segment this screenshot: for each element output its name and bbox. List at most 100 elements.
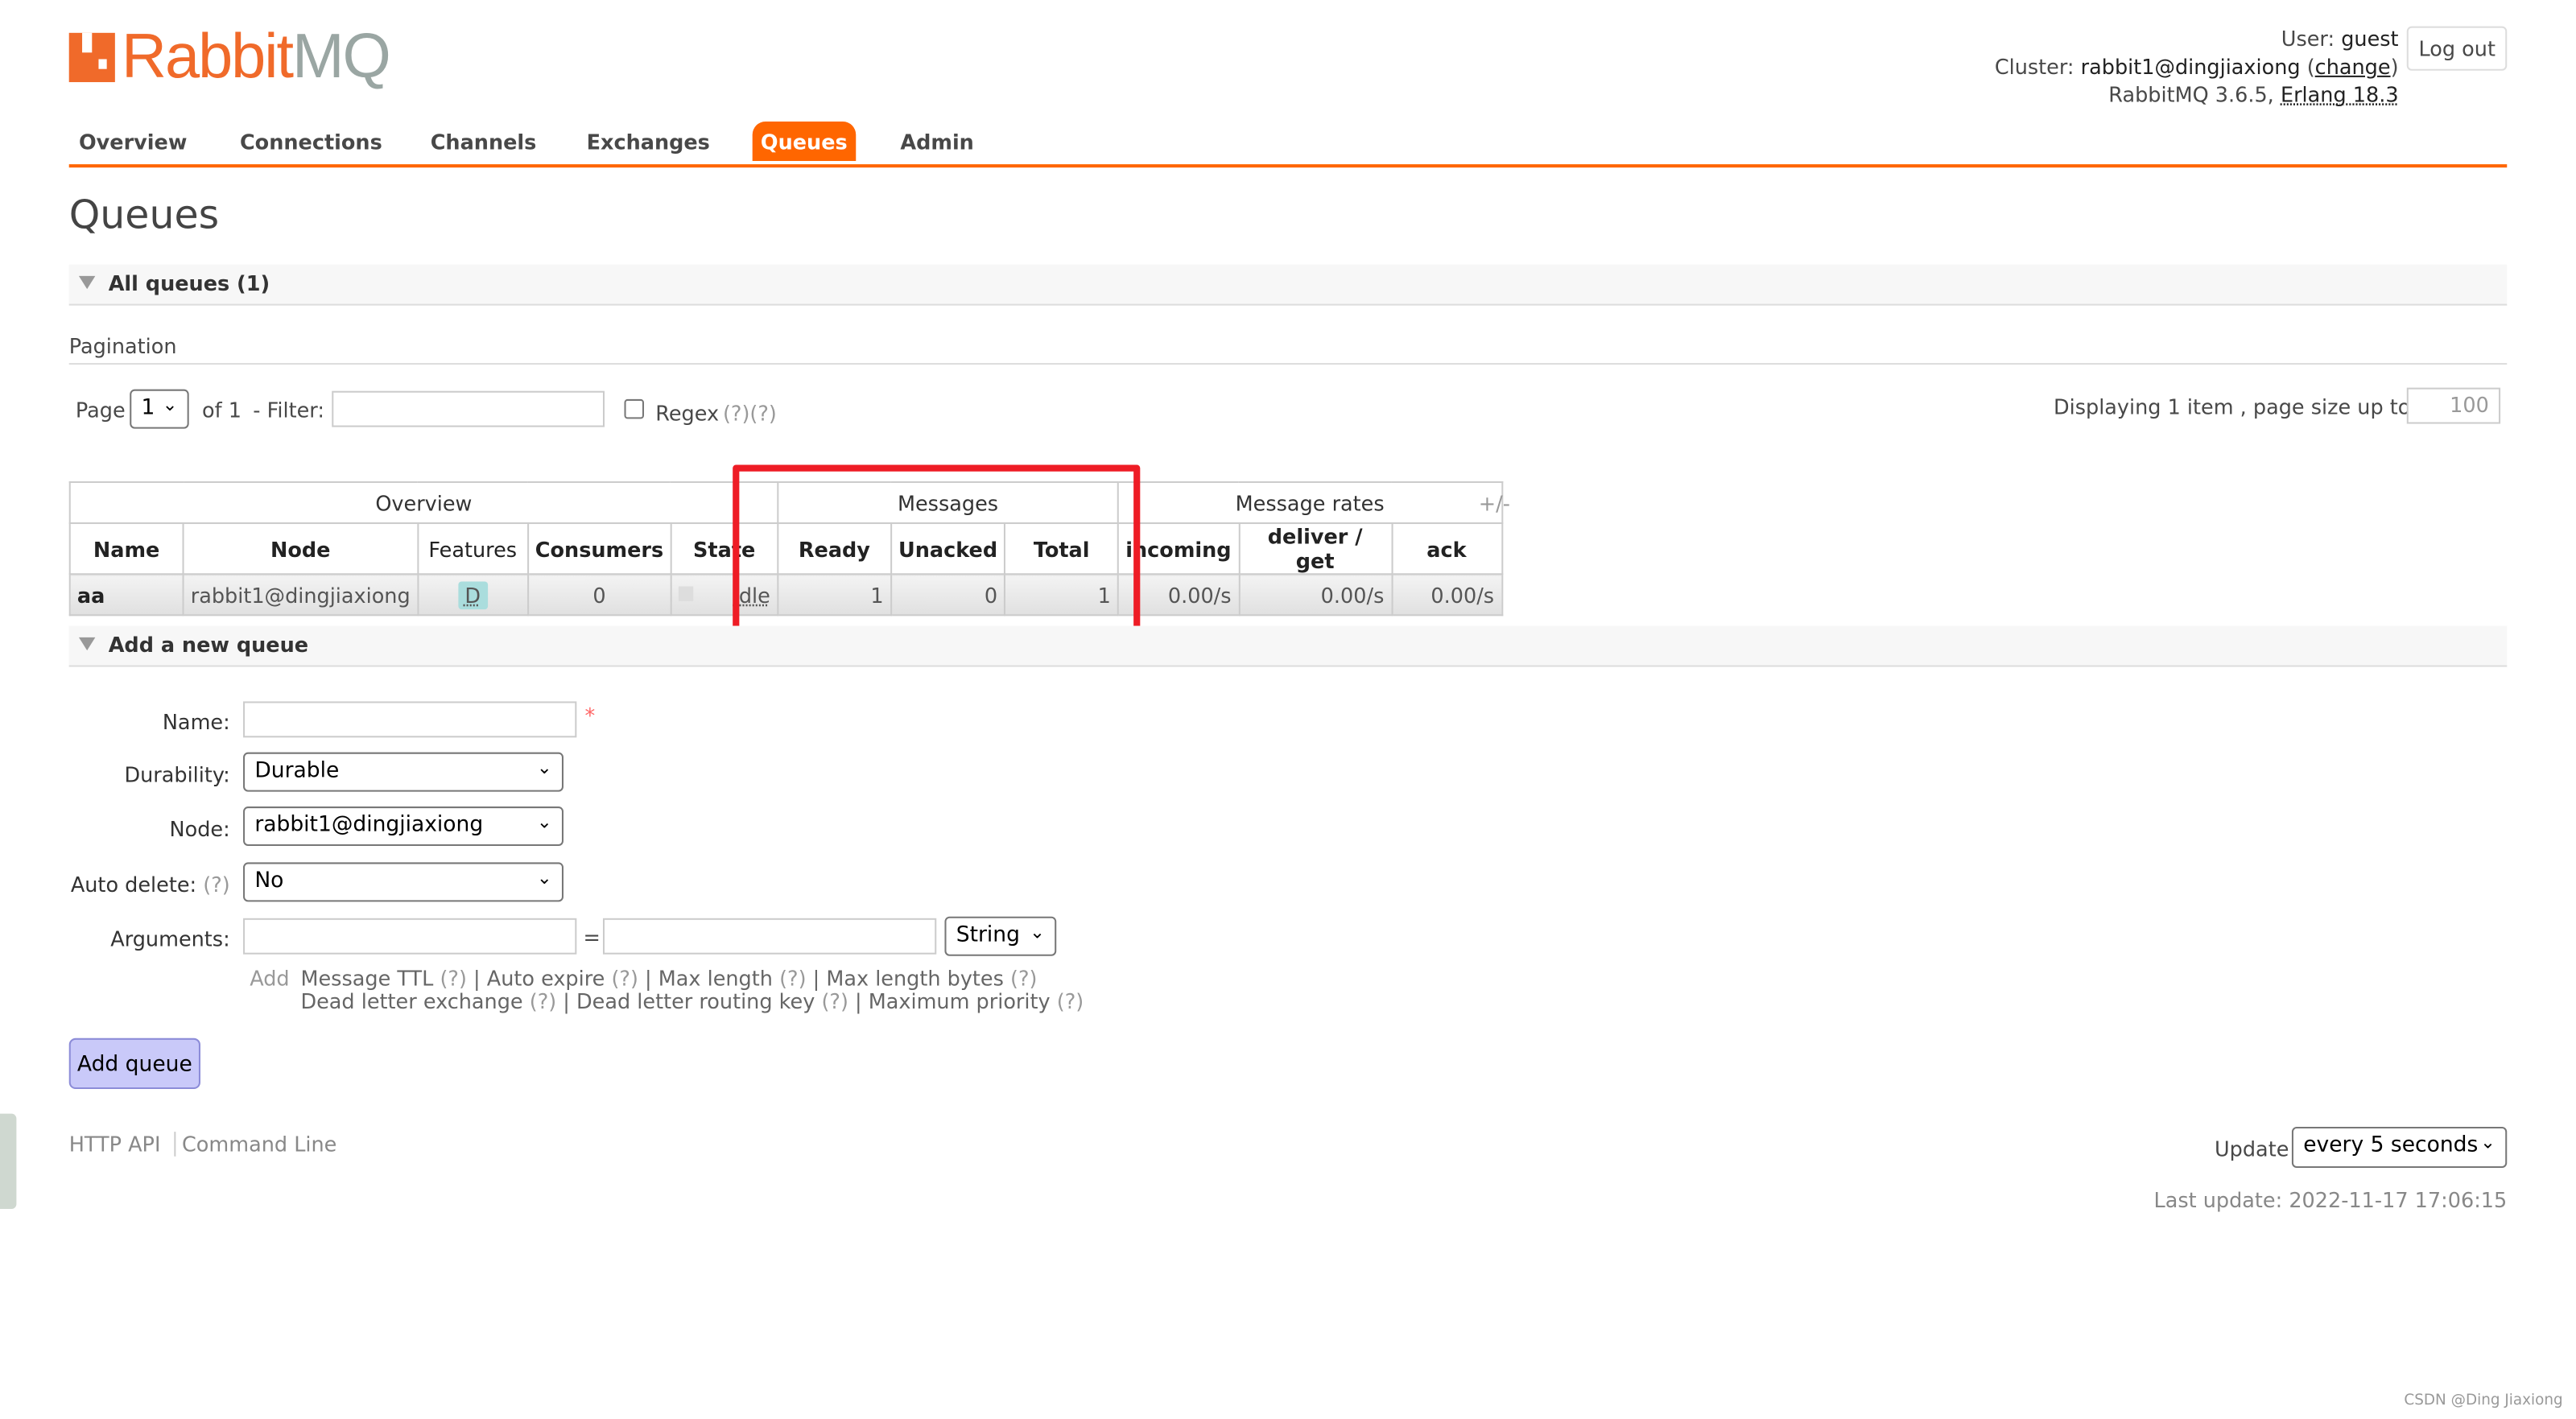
- page-value: 1: [141, 395, 155, 421]
- cluster-name: rabbit1@dingjiaxiong: [2080, 54, 2301, 79]
- user-label: User:: [2281, 26, 2335, 52]
- argument-key-input[interactable]: [243, 918, 577, 955]
- queue-node: rabbit1@dingjiaxiong: [182, 573, 419, 617]
- add-queue-heading: Add a new queue: [108, 632, 309, 658]
- rabbit-logo-icon: [68, 32, 115, 83]
- arguments-label: Arguments:: [110, 926, 230, 951]
- help-link[interactable]: (?): [1057, 989, 1084, 1014]
- filter-label: - Filter:: [253, 397, 324, 423]
- tab-exchanges[interactable]: Exchanges: [587, 130, 710, 155]
- update-interval-select[interactable]: every 5 seconds ⌄: [2291, 1126, 2508, 1169]
- help-link[interactable]: (?): [611, 966, 638, 991]
- hint-max-length[interactable]: Max length: [658, 966, 773, 991]
- chevron-down-icon: ⌄: [162, 394, 178, 416]
- argument-hints-line-1: Message TTL (?) | Auto expire (?) | Max …: [300, 965, 1038, 991]
- rabbitmq-logo[interactable]: RabbitMQ: [68, 23, 391, 94]
- node-value: rabbit1@dingjiaxiong: [254, 813, 484, 838]
- displaying-text: Displaying 1 item , page size up to:: [2054, 394, 2417, 419]
- page-select[interactable]: 1 ⌄: [130, 389, 189, 429]
- queue-deliver-get: 0.00/s: [1237, 573, 1393, 617]
- equals-sign: =: [583, 924, 601, 950]
- chevron-down-icon: ⌄: [1030, 921, 1045, 943]
- erlang-version: Erlang 18.3: [2280, 82, 2399, 107]
- tab-overview[interactable]: Overview: [79, 130, 187, 155]
- argument-value-input[interactable]: [602, 918, 937, 955]
- help-link[interactable]: (?): [1010, 966, 1037, 991]
- update-label: Update: [2214, 1136, 2289, 1161]
- pagination-heading: Pagination: [68, 333, 2508, 365]
- argument-type-value: String: [956, 922, 1020, 948]
- hint-dead-letter-exchange[interactable]: Dead letter exchange: [300, 989, 522, 1014]
- chevron-down-icon: ⌄: [2480, 1132, 2496, 1153]
- hint-maximum-priority[interactable]: Maximum priority: [869, 989, 1051, 1014]
- filter-input[interactable]: [332, 390, 605, 427]
- regex-help-link[interactable]: (?)(?): [723, 401, 777, 426]
- tab-queues[interactable]: Queues: [752, 122, 856, 161]
- tab-connections[interactable]: Connections: [240, 130, 382, 155]
- node-label: Node:: [169, 816, 230, 841]
- command-line-link[interactable]: Command Line: [182, 1132, 336, 1157]
- hint-dead-letter-routing-key[interactable]: Dead letter routing key: [576, 989, 815, 1014]
- col-features[interactable]: Features: [416, 522, 529, 575]
- durability-value: Durable: [254, 758, 340, 784]
- regex-checkbox[interactable]: [624, 398, 644, 419]
- watermark: CSDN @Ding Jiaxiong: [2404, 1392, 2563, 1410]
- column-toggle-link[interactable]: +/-: [1479, 491, 1510, 516]
- footer-links: HTTP API Command Line: [69, 1132, 337, 1157]
- hint-message-ttl[interactable]: Message TTL: [300, 966, 433, 991]
- help-link[interactable]: (?): [530, 989, 556, 1014]
- help-link[interactable]: (?): [440, 966, 466, 991]
- argument-type-select[interactable]: String ⌄: [944, 916, 1057, 956]
- tab-channels[interactable]: Channels: [431, 130, 537, 155]
- logout-button[interactable]: Log out: [2407, 26, 2508, 71]
- state-indicator-icon: [678, 585, 693, 600]
- main-nav: Overview Connections Channels Exchanges …: [68, 122, 2508, 168]
- side-handle[interactable]: [0, 1113, 17, 1210]
- node-select[interactable]: rabbit1@dingjiaxiong ⌄: [243, 806, 564, 847]
- col-deliver-get[interactable]: deliver / get: [1237, 522, 1393, 575]
- auto-delete-select[interactable]: No ⌄: [243, 862, 564, 902]
- queue-consumers: 0: [526, 573, 672, 617]
- collapse-triangle-icon: [78, 637, 96, 651]
- add-argument-label: Add: [250, 965, 290, 991]
- col-consumers[interactable]: Consumers: [526, 522, 672, 575]
- tab-admin[interactable]: Admin: [900, 130, 974, 155]
- chevron-down-icon: ⌄: [536, 757, 552, 779]
- col-name[interactable]: Name: [68, 522, 184, 575]
- durable-feature-badge: D: [458, 580, 488, 609]
- hint-max-length-bytes[interactable]: Max length bytes: [826, 966, 1004, 991]
- durability-label: Durability:: [124, 761, 230, 787]
- version: RabbitMQ 3.6.5,: [2108, 82, 2274, 107]
- all-queues-section-toggle[interactable]: All queues (1): [68, 264, 2508, 306]
- group-message-rates: Message rates: [1117, 481, 1503, 525]
- hint-auto-expire[interactable]: Auto expire: [487, 966, 605, 991]
- page-size-input[interactable]: 100: [2406, 387, 2501, 424]
- chevron-down-icon: ⌄: [536, 811, 552, 833]
- col-ack[interactable]: ack: [1390, 522, 1503, 575]
- group-overview: Overview: [68, 481, 779, 525]
- help-link[interactable]: (?): [779, 966, 806, 991]
- http-api-link[interactable]: HTTP API: [69, 1132, 161, 1157]
- argument-hints-line-2: Dead letter exchange (?) | Dead letter r…: [300, 988, 1084, 1014]
- last-update: Last update: 2022-11-17 17:06:15: [2153, 1187, 2508, 1213]
- durability-select[interactable]: Durable ⌄: [243, 752, 564, 792]
- queue-name-input[interactable]: [243, 701, 577, 738]
- auto-delete-label: Auto delete:: [70, 872, 197, 897]
- name-label: Name:: [162, 709, 230, 735]
- auto-delete-help[interactable]: (?): [203, 872, 229, 897]
- queue-name-link[interactable]: aa: [68, 573, 184, 617]
- user-info: User: guest Cluster: rabbit1@dingjiaxion…: [1994, 26, 2399, 107]
- cluster-label: Cluster:: [1994, 54, 2074, 79]
- all-queues-heading: All queues (1): [108, 270, 270, 296]
- add-queue-button[interactable]: Add queue: [68, 1037, 200, 1090]
- change-cluster-link[interactable]: change: [2315, 54, 2391, 79]
- add-queue-section-toggle[interactable]: Add a new queue: [68, 625, 2508, 667]
- col-node[interactable]: Node: [182, 522, 419, 575]
- help-link[interactable]: (?): [821, 989, 848, 1014]
- page-count: of 1: [202, 397, 242, 423]
- required-marker: *: [584, 703, 596, 728]
- page-label: Page: [75, 397, 126, 423]
- chevron-down-icon: ⌄: [536, 867, 552, 889]
- collapse-triangle-icon: [78, 275, 96, 290]
- username: guest: [2341, 26, 2399, 52]
